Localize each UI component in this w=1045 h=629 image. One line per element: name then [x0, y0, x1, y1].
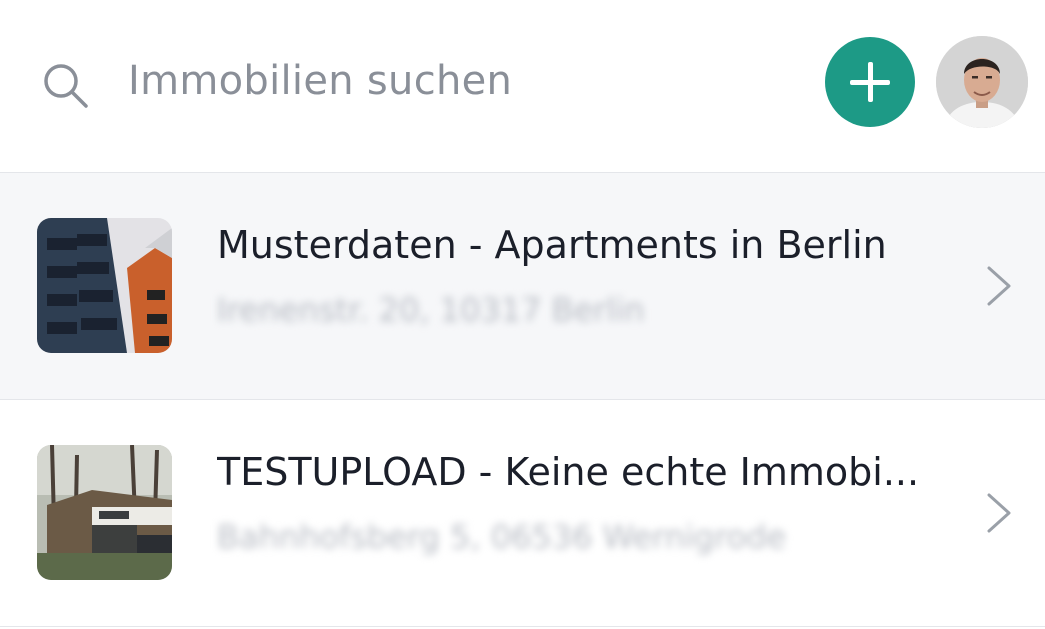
user-avatar-icon [936, 36, 1028, 128]
apartment-building-image [37, 218, 172, 353]
add-property-button[interactable] [825, 37, 915, 127]
property-address: Bahnhofsberg 5, 06536 Wernigrode [217, 518, 787, 556]
avatar[interactable] [936, 36, 1028, 128]
property-title: Musterdaten - Apartments in Berlin [217, 223, 887, 267]
header-bar: Immobilien suchen [0, 0, 1045, 173]
house-image [37, 445, 172, 580]
search-icon [44, 64, 88, 108]
property-title: TESTUPLOAD - Keine echte Immobi... [217, 450, 920, 494]
property-row[interactable]: Musterdaten - Apartments in Berlin Irene… [0, 173, 1045, 400]
property-address: Irenenstr. 20, 10317 Berlin [217, 291, 645, 329]
chevron-right-icon [987, 266, 1011, 306]
chevron-right-icon [987, 493, 1011, 533]
search-placeholder: Immobilien suchen [128, 58, 513, 104]
search-field[interactable]: Immobilien suchen [33, 34, 545, 134]
property-row[interactable]: TESTUPLOAD - Keine echte Immobi... Bahnh… [0, 400, 1045, 627]
plus-icon-vertical [868, 62, 873, 102]
